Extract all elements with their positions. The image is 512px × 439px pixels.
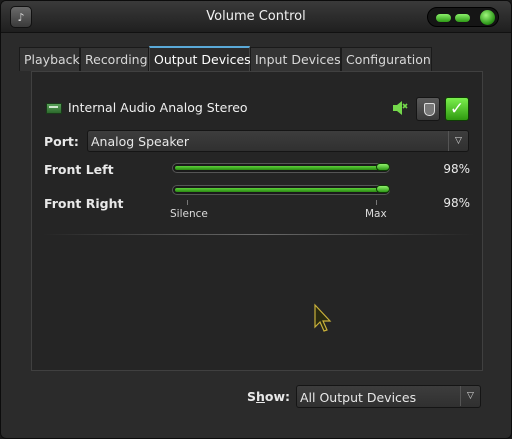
tab-playback[interactable]: Playback xyxy=(19,47,80,71)
tab-output-devices[interactable]: Output Devices xyxy=(149,46,251,71)
port-label: Port: xyxy=(44,134,79,149)
port-value: Analog Speaker xyxy=(91,134,190,149)
tab-input-devices[interactable]: Input Devices xyxy=(250,47,341,71)
scale-label-max: Max xyxy=(365,208,387,220)
sound-card-icon xyxy=(46,103,62,114)
lock-channels-icon[interactable] xyxy=(416,97,440,121)
front-left-percent: 98% xyxy=(443,162,470,176)
chevron-down-icon[interactable]: ▽ xyxy=(460,386,480,406)
close-icon[interactable] xyxy=(480,10,495,25)
front-left-slider[interactable] xyxy=(172,163,390,173)
show-filter-value: All Output Devices xyxy=(300,390,417,405)
minimize-icon[interactable] xyxy=(436,14,451,22)
tab-label: Input Devices xyxy=(255,52,341,67)
front-right-slider[interactable] xyxy=(172,185,390,195)
scale-tick-max xyxy=(376,200,377,205)
device-name: Internal Audio Analog Stereo xyxy=(68,100,248,115)
mute-toggle-icon[interactable] xyxy=(391,99,409,117)
tab-label: Output Devices xyxy=(154,52,251,67)
show-filter-select[interactable]: All Output Devices ▽ xyxy=(296,385,481,408)
slider-handle[interactable] xyxy=(376,185,390,193)
tab-label: Recording xyxy=(85,52,148,67)
mouse-pointer-icon xyxy=(314,303,332,332)
volume-control-window: ♪ Volume Control Playback Recording Outp… xyxy=(0,0,512,439)
show-label-suffix: ow: xyxy=(264,389,291,404)
channel-label-front-right: Front Right xyxy=(44,196,124,211)
output-devices-panel: Internal Audio Analog Stereo ✓ Port: Ana… xyxy=(31,71,483,371)
checkmark-icon[interactable]: ✓ xyxy=(445,97,469,121)
scale-label-silence: Silence xyxy=(170,208,208,220)
show-label: Show: xyxy=(247,389,290,404)
port-select[interactable]: Analog Speaker ▽ xyxy=(87,130,469,152)
tab-configuration[interactable]: Configuration xyxy=(341,47,432,71)
slider-fill xyxy=(175,166,383,170)
show-label-accel: h xyxy=(256,389,265,404)
maximize-icon[interactable] xyxy=(455,14,470,22)
tab-recording[interactable]: Recording xyxy=(80,47,149,71)
front-right-percent: 98% xyxy=(443,196,470,210)
show-label-prefix: S xyxy=(247,389,257,404)
tab-label: Playback xyxy=(24,52,80,67)
window-controls xyxy=(427,7,499,27)
title-bar[interactable]: ♪ Volume Control xyxy=(1,1,511,33)
chevron-down-icon[interactable]: ▽ xyxy=(448,131,468,151)
section-divider xyxy=(42,234,474,235)
tab-label: Configuration xyxy=(346,52,431,67)
slider-fill xyxy=(175,188,383,192)
channel-label-front-left: Front Left xyxy=(44,162,114,177)
scale-tick-min xyxy=(187,200,188,205)
slider-handle[interactable] xyxy=(376,163,390,171)
